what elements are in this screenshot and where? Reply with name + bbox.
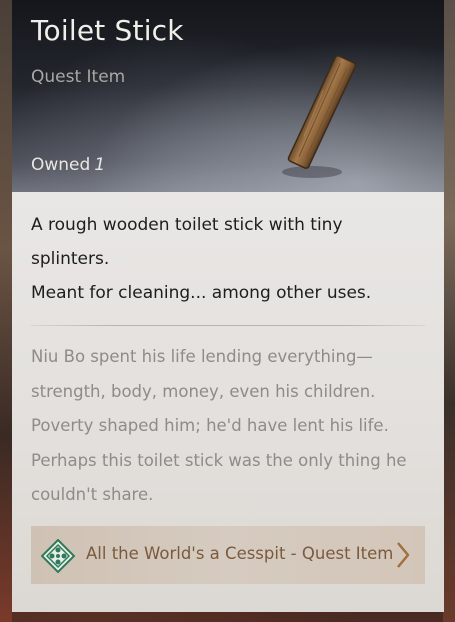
quest-link-label: All the World's a Cesspit - Quest Item — [86, 544, 394, 563]
item-body: A rough wooden toilet stick with tiny sp… — [12, 192, 444, 612]
item-header: Toilet Stick Quest Item Owned 1 — [12, 0, 444, 192]
item-detail-card: Toilet Stick Quest Item Owned 1 A rough … — [12, 0, 444, 612]
background-edge-left — [0, 0, 12, 622]
item-title: Toilet Stick — [31, 14, 184, 47]
description-line: Meant for cleaning... among other uses. — [31, 283, 372, 303]
wooden-stick-icon — [272, 50, 372, 180]
background-edge-right — [443, 0, 455, 622]
item-category: Quest Item — [31, 67, 126, 87]
quest-diamond-icon — [40, 538, 76, 574]
item-description: A rough wooden toilet stick with tiny sp… — [31, 208, 426, 310]
divider — [31, 325, 425, 326]
owned-label: Owned — [31, 155, 91, 175]
owned-value: 1 — [94, 155, 106, 175]
quest-link-button[interactable]: All the World's a Cesspit - Quest Item — [31, 526, 425, 584]
chevron-right-icon — [395, 541, 411, 569]
owned-count: Owned 1 — [31, 155, 105, 175]
item-lore: Niu Bo spent his life lending everything… — [31, 347, 407, 504]
description-line: A rough wooden toilet stick with tiny sp… — [31, 215, 343, 269]
